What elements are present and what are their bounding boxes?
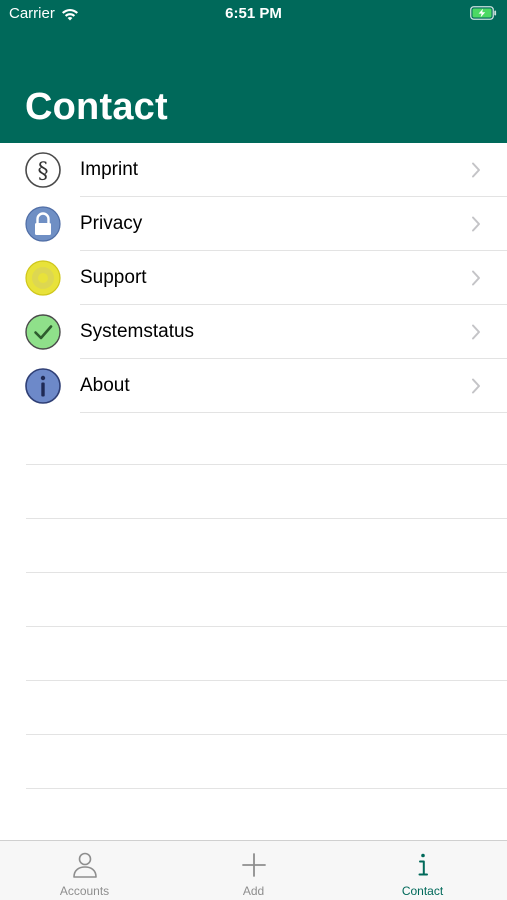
list-item-support[interactable]: Support [0, 251, 507, 305]
checkmark-icon [25, 314, 61, 350]
support-icon [25, 260, 61, 296]
plus-icon [241, 853, 266, 877]
tab-bar: Accounts Add Contact [0, 840, 507, 900]
list-item-label: Systemstatus [80, 321, 195, 342]
list-item-label: About [80, 375, 130, 396]
empty-row-divider [26, 788, 507, 789]
list-item-label: Imprint [80, 159, 139, 180]
list-item-about[interactable]: About [0, 359, 507, 413]
info-icon [25, 368, 61, 404]
chevron-right-icon [472, 162, 480, 178]
tab-label: Add [242, 884, 265, 898]
list-item-systemstatus[interactable]: Systemstatus [0, 305, 507, 359]
empty-row-divider [26, 464, 507, 465]
empty-row-divider [26, 626, 507, 627]
list-item-label: Privacy [80, 213, 143, 234]
list-item-imprint[interactable]: § Imprint [0, 143, 507, 197]
list-item-privacy[interactable]: Privacy [0, 197, 507, 251]
tab-accounts[interactable]: Accounts [0, 841, 169, 900]
section-sign-icon: § [25, 152, 61, 188]
navigation-header: Carrier 6:51 PM Contact [0, 0, 507, 143]
tab-label: Accounts [59, 884, 110, 898]
empty-row-divider [26, 680, 507, 681]
empty-row-divider [26, 734, 507, 735]
page-title: Contact [25, 86, 168, 128]
chevron-right-icon [472, 378, 480, 394]
empty-row-divider [26, 518, 507, 519]
empty-row-divider [26, 572, 507, 573]
status-bar: Carrier 6:51 PM [0, 0, 507, 28]
tab-label: Contact [401, 884, 444, 898]
tab-add[interactable]: Add [169, 841, 338, 900]
status-time: 6:51 PM [225, 5, 282, 22]
tab-contact[interactable]: Contact [338, 841, 507, 900]
contact-menu-list: § Imprint Privacy Support Systemstatus A… [0, 143, 507, 413]
list-item-label: Support [80, 267, 147, 288]
lock-icon [25, 206, 61, 242]
person-icon [72, 852, 97, 878]
chevron-right-icon [472, 270, 480, 286]
info-icon [418, 853, 428, 876]
svg-text:§: § [38, 159, 49, 184]
battery-charging-icon [470, 6, 497, 20]
chevron-right-icon [472, 216, 480, 232]
row-divider [80, 412, 507, 413]
chevron-right-icon [472, 324, 480, 340]
